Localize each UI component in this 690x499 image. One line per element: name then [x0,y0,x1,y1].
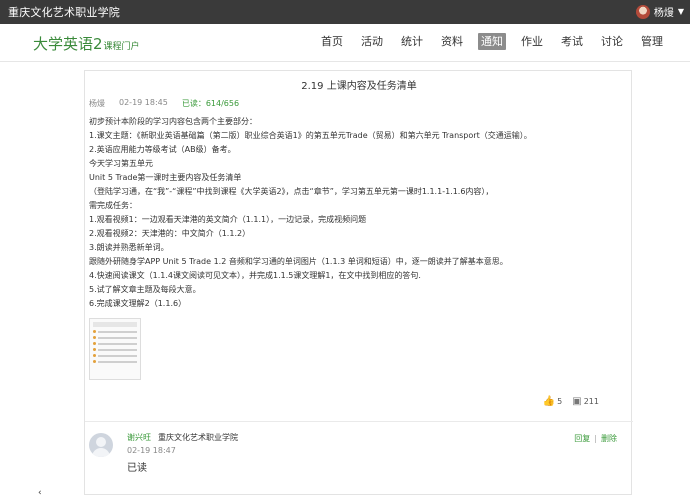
main-nav: 首页 活动 统计 资料 通知 作业 考试 讨论 管理 [306,33,666,50]
content-line: 6.完成课文理解2（1.1.6） [89,299,187,308]
nav-materials[interactable]: 资料 [438,33,466,50]
nav-statistics[interactable]: 统计 [398,33,426,50]
content-line: 4.快速阅读课文（1.1.4课文阅读可见文本），并完成1.1.5课文理解1，在文… [89,271,421,280]
divider [85,421,633,422]
reply-text: 已读 [127,463,147,474]
content-line: 跟随外研随身学APP Unit 5 Trade 1.2 音频和学习通的单词图片（… [89,257,508,266]
content-line: 2.观看视频2：天津港的：中文简介（1.1.2） [89,229,251,238]
course-header: 大学英语2 课程门户 首页 活动 统计 资料 通知 作业 考试 讨论 管理 [0,24,690,62]
user-name: 杨熳 [653,8,674,19]
notice-card: 2.19 上课内容及任务清单 杨熳 02-19 18:45 已读：614/656… [84,70,633,495]
nav-activities[interactable]: 活动 [358,33,386,50]
like-count: 5 [557,397,563,406]
nav-manage[interactable]: 管理 [638,33,666,50]
content-line: （登陆学习通，在“我”-“课程”中找到课程《大学英语2》，点击“章节”，学习第五… [89,187,494,196]
reply-actions: 回复 | 删除 [574,434,617,443]
attachment-thumbnail[interactable] [89,318,141,380]
notice-time: 02-19 18:45 [119,98,168,107]
content-line: 初步预计本阶段的学习内容包含两个主要部分： [89,117,257,126]
notice-content: 初步预计本阶段的学习内容包含两个主要部分： 1.课文主题：《新职业英语基础篇（第… [89,115,619,311]
reply-button[interactable]: 回复 [574,434,590,443]
read-status-link[interactable]: 已读：614/656 [182,98,239,109]
content-line: 1.课文主题：《新职业英语基础篇（第二版）职业综合英语1》的第五单元Trade（… [89,131,532,140]
nav-home[interactable]: 首页 [318,33,346,50]
content-line: 需完成任务： [89,201,137,210]
content-line: 1.观看视频1：一边观看天津港的英文简介（1.1.1），一边记录，完成视频问题 [89,215,367,224]
course-portal-label: 课程门户 [103,42,140,52]
notice-title: 2.19 上课内容及任务清单 [301,81,417,92]
course-name: 大学英语2 [33,35,103,53]
content-line: Unit 5 Trade第一课时主要内容及任务清单 [89,173,242,182]
chevron-left-icon[interactable]: ‹ [38,488,42,498]
reply-school: 重庆文化艺术职业学院 [158,433,238,442]
nav-notices[interactable]: 通知 [478,33,506,50]
nav-exams[interactable]: 考试 [558,33,586,50]
comment-count: 211 [583,397,599,406]
school-name: 重庆文化艺术职业学院 [8,6,120,19]
avatar [89,433,113,457]
thumbs-up-icon[interactable]: 👍 [543,396,555,407]
delete-button[interactable]: 删除 [601,434,617,443]
reply-item: 谢兴旺 重庆文化艺术职业学院 02-19 18:47 已读 回复 | 删除 [85,429,633,489]
nav-homework[interactable]: 作业 [518,33,546,50]
content-line: 5.试了解文章主题及每段大意。 [89,285,201,294]
notice-meta: 杨熳 02-19 18:45 已读：614/656 [89,98,239,109]
reply-time: 02-19 18:47 [127,446,176,455]
course-brand[interactable]: 大学英语2 课程门户 [33,33,140,54]
user-menu[interactable]: 杨熳 ▼ [635,4,684,19]
content-line: 今天学习第五单元 [89,159,153,168]
notice-author: 杨熳 [89,99,105,108]
content-line: 2.英语应用能力等级考试（AB级）备考。 [89,145,236,154]
content-line: 3.朗读并熟悉新单词。 [89,243,169,252]
reply-author[interactable]: 谢兴旺 [127,432,151,443]
top-bar: 重庆文化艺术职业学院 杨熳 ▼ [0,0,690,24]
comment-icon[interactable]: ▣ [572,396,581,407]
user-avatar [635,4,650,19]
notice-stats: 👍 5 ▣ 211 [543,396,609,407]
chevron-down-icon: ▼ [677,7,684,16]
nav-discussion[interactable]: 讨论 [598,33,626,50]
